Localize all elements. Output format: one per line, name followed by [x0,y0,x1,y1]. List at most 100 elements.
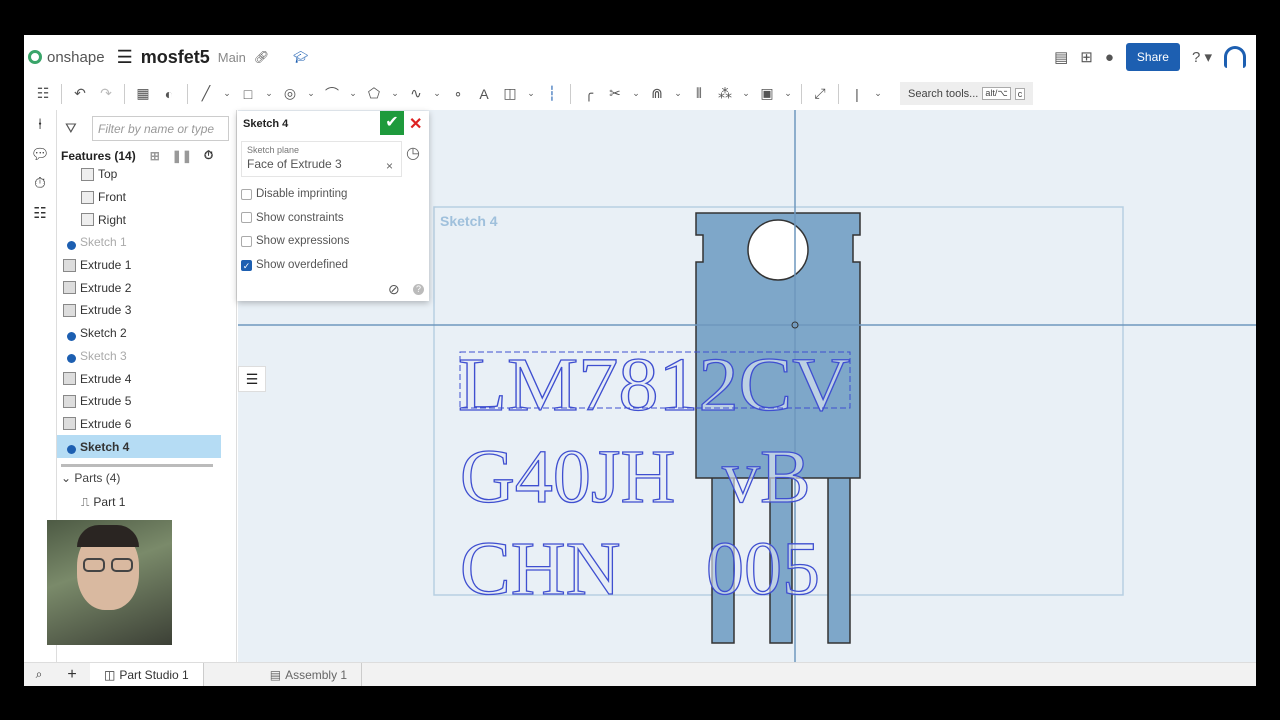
accept-button[interactable]: ✔ [380,111,404,135]
rectangle-tool-icon[interactable]: □ [237,86,259,102]
chevron-down-icon[interactable]: ⌄ [305,88,317,99]
sketch-settings-icon[interactable]: ⊘ [388,281,400,298]
feature-item[interactable]: Sketch 3 [57,345,221,368]
line-tool-icon[interactable]: ╱ [195,85,217,102]
rollback-timer-icon[interactable]: ⏱︎ [204,148,213,163]
onshape-logo[interactable]: onshape [28,49,105,66]
chevron-down-icon[interactable]: ⌄ [431,88,443,99]
feature-item[interactable]: Extrude 3 [57,299,221,322]
chevron-down-icon[interactable]: ⌄ [872,88,884,99]
learning-icon[interactable]: ● [1105,49,1114,66]
variables-icon[interactable]: ☷ [33,204,46,222]
option-checkbox[interactable]: Disable imprinting [241,188,347,200]
arc-tool-icon[interactable]: ⌒ [321,84,343,104]
fillet-icon[interactable]: ╭ [578,85,600,102]
notes-icon[interactable]: ▤ [1054,48,1068,66]
clear-icon[interactable]: × [386,159,393,173]
checkbox[interactable] [241,212,252,224]
feature-item[interactable]: Extrude 4 [57,367,221,390]
help-icon[interactable]: ? ▾ [1192,48,1212,66]
sketch-list-icon[interactable]: ☰ [238,366,266,392]
chevron-down-icon[interactable]: ⌄ [740,88,752,99]
pattern-icon[interactable]: ⁂ [714,85,736,102]
spline-tool-icon[interactable]: ∿ [405,85,427,102]
filter-icon[interactable]: ⛛ [65,120,77,137]
undo-icon[interactable]: ↶ [69,85,91,102]
polygon-tool-icon[interactable]: ⬠ [363,85,385,102]
use-tool-icon[interactable]: ◫ [499,85,521,102]
part-label: Part 1 [93,495,126,510]
feature-item[interactable]: Sketch 4 [57,435,221,458]
option-checkbox[interactable]: Show constraints [241,212,344,224]
redo-icon[interactable]: ↷ [95,85,117,102]
checkbox[interactable] [241,235,252,247]
feature-item[interactable]: Sketch 2 [57,322,221,345]
sketch-toolbar: ☷ ↶ ↷ ▦ ◐ ╱ ⌄ □ ⌄ ◎ ⌄ ⌒ ⌄ ⬠ ⌄ ∿ ⌄ ∘ A ◫ ⌄ ┆ ╭ ✂… [24,80,1256,107]
feature-item[interactable]: Extrude 6 [57,413,221,436]
revolve-icon[interactable]: ◐ [158,86,180,102]
feature-item[interactable]: Extrude 2 [57,276,221,299]
chevron-down-icon[interactable]: ⌄ [263,88,275,99]
branch-label[interactable]: Main [218,50,246,65]
app-store-icon[interactable]: ⊞ [1080,48,1093,66]
share-button[interactable]: Share [1125,43,1180,71]
filter-input[interactable]: Filter by name or type [92,116,229,141]
parts-section[interactable]: ⌄ Parts (4) [61,471,120,485]
tab-label: Assembly 1 [285,667,348,682]
dxf-import-icon[interactable]: ▣ [756,85,778,102]
feature-item[interactable]: Extrude 5 [57,390,221,413]
offset-icon[interactable]: ⋒ [646,85,668,102]
feature-item[interactable]: Extrude 1 [57,254,221,277]
circle-tool-icon[interactable]: ◎ [279,85,301,102]
document-title[interactable]: mosfet5 [141,47,210,68]
text-tool-icon[interactable]: A [473,86,495,102]
extrude-icon[interactable]: ▦ [132,85,154,102]
construction-icon[interactable]: ┆ [541,85,563,102]
tab-assembly[interactable]: ▤ Assembly 1 [256,663,363,686]
feature-list-icon[interactable]: ☷ [32,85,54,102]
history-icon[interactable]: ⏱︎ [34,175,46,192]
part-item[interactable]: ⎍ Part 1 [57,491,125,514]
add-tab-icon[interactable]: + [54,666,90,684]
mirror-icon[interactable]: ⫴ [688,85,710,102]
chevron-down-icon[interactable]: ⌄ [347,88,359,99]
checkbox[interactable] [241,188,252,200]
option-label: Disable imprinting [256,188,348,200]
sketch-plane-field[interactable]: Sketch plane Face of Extrude 3 × [241,141,402,177]
feature-item[interactable]: Right [57,208,221,231]
feature-list: Top Front Right Sketch 1 Extrude 1 Extrude 2 E… [57,163,221,458]
constraint-icon[interactable]: | [846,86,868,102]
education-icon[interactable]: 🎓︎ [293,50,308,64]
insert-feature-icon[interactable]: ⍿ [38,116,42,133]
feature-item[interactable]: Top [57,163,221,186]
dimension-icon[interactable]: ⤢ [809,85,831,102]
user-avatar[interactable] [1224,46,1246,68]
pause-icon[interactable]: ❚❚ [172,149,192,163]
point-tool-icon[interactable]: ∘ [447,85,469,102]
chevron-down-icon[interactable]: ⌄ [782,88,794,99]
comments-icon[interactable]: 💬︎ [30,145,49,163]
option-checkbox[interactable]: Show expressions [241,235,349,247]
chevron-down-icon[interactable]: ⌄ [672,88,684,99]
chevron-down-icon[interactable]: ⌄ [389,88,401,99]
chevron-down-icon[interactable]: ⌄ [525,88,537,99]
feature-item[interactable]: Sketch 1 [57,231,221,254]
option-checkbox[interactable]: ✓ Show overdefined [241,259,348,271]
cancel-button[interactable]: ✕ [409,114,422,134]
search-tabs-icon[interactable]: ⌕ [24,667,54,682]
search-tools[interactable]: Search tools... alt/⌥ c [900,82,1034,105]
clock-icon[interactable]: ◷ [406,143,420,163]
link-icon[interactable]: 🔗︎ [254,50,269,64]
tab-part-studio[interactable]: ◫ Part Studio 1 [90,663,204,686]
feature-item[interactable]: Front [57,186,221,209]
chevron-down-icon[interactable]: ⌄ [630,88,642,99]
add-folder-icon[interactable]: ⊞ [150,149,160,163]
sketch-text-line2b: vB [722,435,811,519]
checkbox[interactable]: ✓ [241,259,252,271]
menu-icon[interactable]: ☰ [117,47,133,68]
help-icon[interactable]: ? [413,284,424,295]
search-tools-label: Search tools... [908,87,979,100]
part-icon: ⎍ [81,494,90,509]
trim-icon[interactable]: ✂ [604,85,626,102]
chevron-down-icon[interactable]: ⌄ [221,88,233,99]
